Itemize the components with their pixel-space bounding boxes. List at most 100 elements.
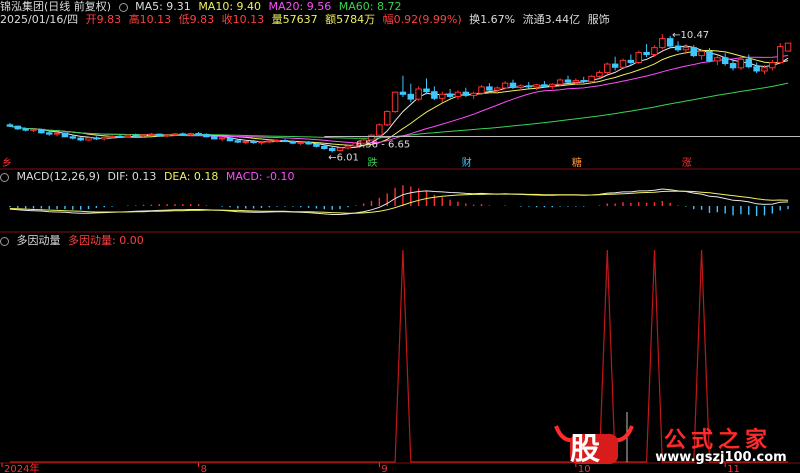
dif-line <box>9 188 789 215</box>
candle-body <box>493 87 501 91</box>
factor-settings-icon[interactable] <box>0 236 9 246</box>
macd-title[interactable]: MACD(12,26,9) <box>17 170 101 183</box>
candle-body <box>541 84 548 87</box>
candle-body <box>124 134 132 138</box>
candle-body <box>289 141 297 144</box>
high-annotation: ←10.47 <box>672 30 709 41</box>
candle-body <box>721 57 729 65</box>
candle-body <box>627 59 635 63</box>
candle-body <box>203 133 210 138</box>
candle-body <box>753 66 760 72</box>
candle-body <box>674 45 682 51</box>
candle-body <box>549 83 556 87</box>
candle-body <box>93 137 100 140</box>
event-marker: 跌 <box>367 156 377 169</box>
candle-body <box>478 86 485 94</box>
candle-body <box>148 133 155 136</box>
candle-body <box>706 50 713 62</box>
candle-body <box>745 58 753 68</box>
candle-body <box>391 91 399 113</box>
ma20-label: MA20: 9.56 <box>268 0 332 13</box>
ma-line-MA20 <box>9 55 789 144</box>
candle-body <box>281 139 289 143</box>
quote-change: 幅0.92(9.99%) <box>382 13 462 26</box>
logo-glyph: 股 <box>570 432 600 467</box>
candle-body <box>470 92 477 96</box>
candle-body <box>462 91 470 96</box>
candle-body <box>140 134 147 137</box>
candle-body <box>234 140 242 143</box>
candle-body <box>69 136 77 139</box>
quote-close: 收10.13 <box>221 13 265 26</box>
candle-body <box>61 132 69 138</box>
candle-body <box>588 75 595 83</box>
factor-value: 多因动量: 0.00 <box>68 234 144 247</box>
candle-body <box>258 141 265 144</box>
gap-annotation: 6.56 - 6.65 <box>356 140 411 151</box>
site-watermark: 股 公式之家 www.gszj100.com <box>552 420 800 473</box>
ma10-label: MA10: 9.40 <box>198 0 262 13</box>
candle-body <box>250 141 257 144</box>
settings-dot-icon[interactable] <box>118 2 128 12</box>
candle-body <box>438 93 446 99</box>
factor-title[interactable]: 多因动量 <box>17 234 61 247</box>
candle-body <box>635 51 642 63</box>
candle-body <box>604 63 611 74</box>
ma-line-MA60 <box>9 82 789 139</box>
candle-body <box>100 136 108 140</box>
candle-body <box>533 84 540 88</box>
macd-settings-icon[interactable] <box>0 172 9 182</box>
quote-low: 低9.83 <box>178 13 215 26</box>
macd-dif: DIF: 0.13 <box>107 170 157 183</box>
candle-body <box>714 57 721 62</box>
candle-body <box>611 63 619 68</box>
event-marker: 糖 <box>572 156 582 169</box>
candle-body <box>226 137 234 142</box>
candle-body <box>486 86 493 91</box>
ma-line-MA10 <box>9 49 789 146</box>
candle-body <box>6 124 14 127</box>
candle-body <box>423 88 430 93</box>
candle-body <box>116 135 124 138</box>
factor-header: 多因动量 多因动量: 0.00 <box>0 234 148 247</box>
candle-body <box>77 137 84 141</box>
quote-amount: 额5784万 <box>325 13 376 26</box>
stock-title[interactable]: 锦泓集团(日线 前复权) <box>0 0 111 13</box>
candle-body <box>376 124 383 136</box>
candle-body <box>383 111 391 126</box>
ma5-label: MA5: 9.31 <box>135 0 191 13</box>
candle-body <box>556 79 564 85</box>
quote-float: 流通3.44亿 <box>522 13 581 26</box>
candle-body <box>171 133 179 136</box>
candle-body <box>454 91 462 97</box>
candle-body <box>53 132 61 135</box>
candle-body <box>431 91 438 99</box>
candle-body <box>682 47 690 51</box>
header-row: 锦泓集团(日线 前复权) MA5: 9.31 MA10: 9.40 MA20: … <box>0 0 405 13</box>
candle-body <box>690 47 698 57</box>
candle-body <box>564 79 572 83</box>
candle-body <box>14 125 22 130</box>
candle-body <box>38 128 45 134</box>
candle-body <box>729 63 737 69</box>
stock-chart-window: ←10.47 ←6.01 6.56 - 6.65 跌财糖涨乡 2024年 8 9 10 11 … <box>0 0 800 473</box>
candle-body <box>643 51 650 56</box>
macd-value: MACD: -0.10 <box>225 170 295 183</box>
candle-body <box>776 46 784 63</box>
candle-body <box>446 93 454 97</box>
quote-volume: 量57637 <box>271 13 318 26</box>
candle-body <box>784 42 792 52</box>
event-marker-left: 乡 <box>2 157 12 169</box>
quote-turnover: 换1.67% <box>469 13 516 26</box>
candle-body <box>108 135 116 138</box>
candle-body <box>659 38 666 49</box>
macd-dea: DEA: 0.18 <box>163 170 219 183</box>
candle-body <box>156 133 163 137</box>
candle-body <box>572 80 580 83</box>
candle-body <box>651 47 658 56</box>
quote-sector[interactable]: 服饰 <box>588 13 610 26</box>
x-tick-label: 9 <box>381 464 387 473</box>
candle-body <box>266 140 273 143</box>
x-tick-label: 8 <box>201 464 207 473</box>
macd-panel <box>9 185 789 217</box>
